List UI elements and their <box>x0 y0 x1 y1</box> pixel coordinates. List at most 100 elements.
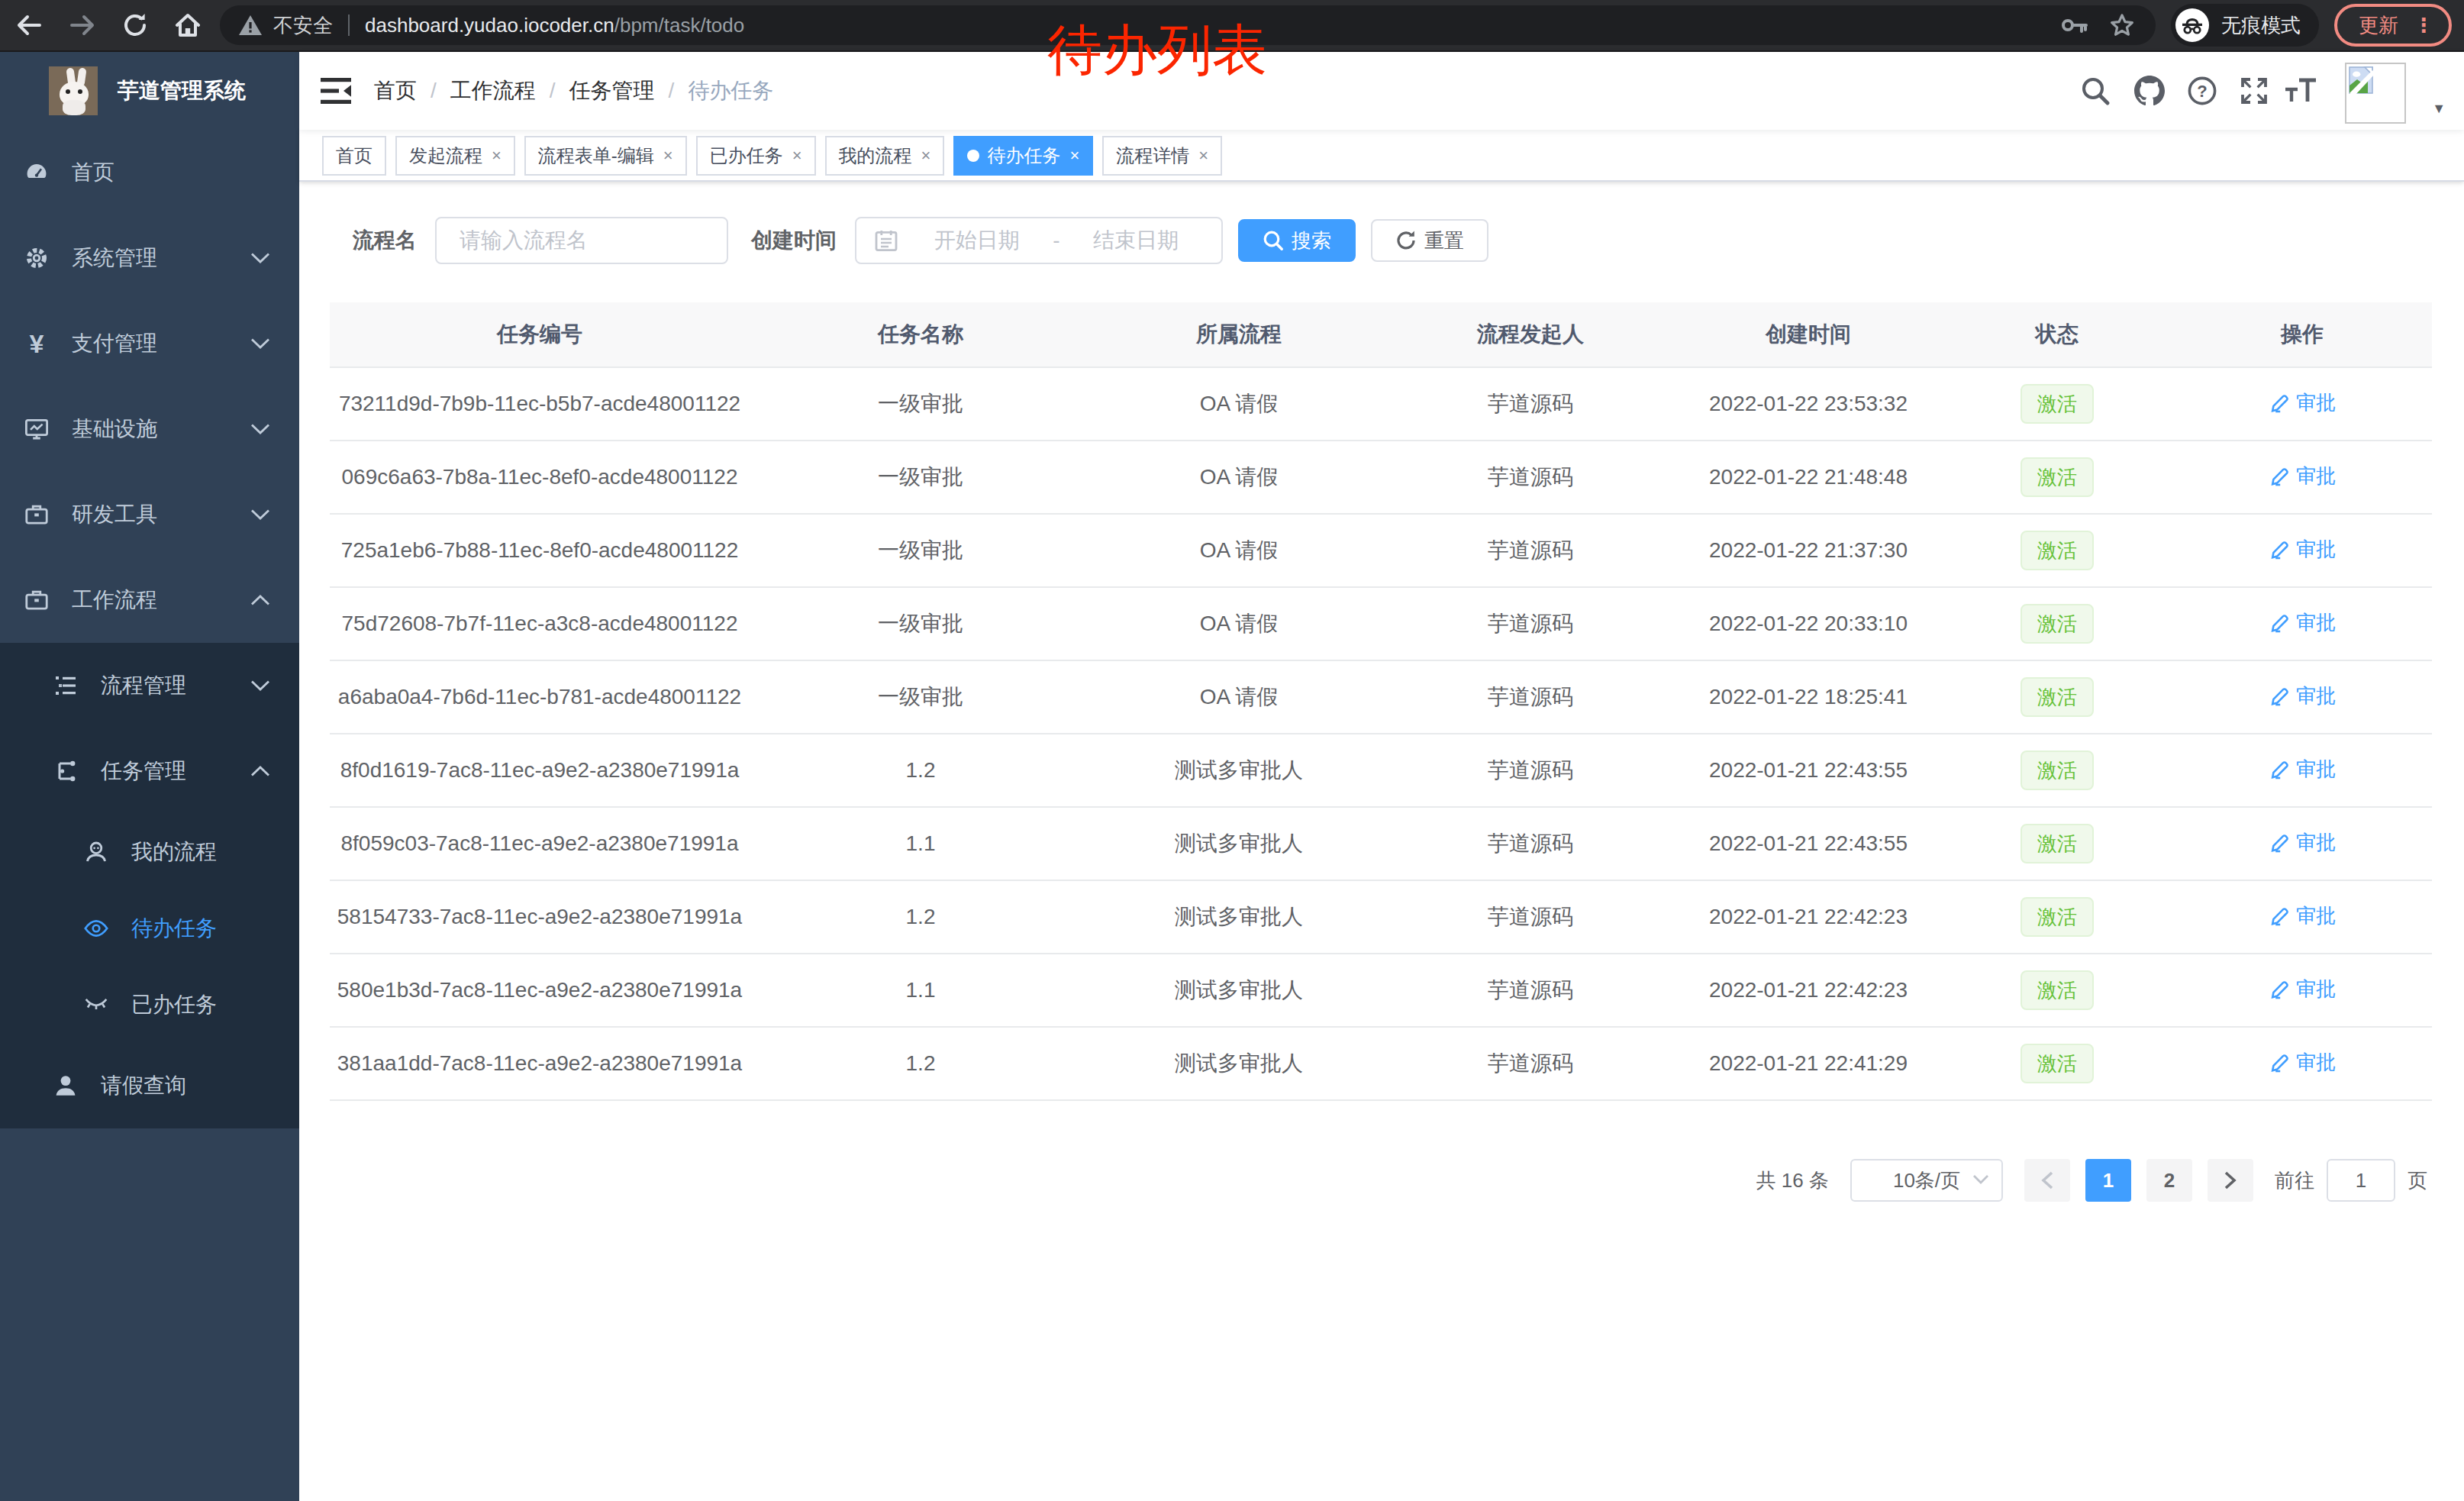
sidebar-item-9[interactable]: 待办任务 <box>0 890 299 967</box>
table-row-2: 725a1eb6-7b88-11ec-8ef0-acde48001122一级审批… <box>330 515 2432 588</box>
avatar[interactable] <box>2345 63 2406 124</box>
sidebar-item-3[interactable]: 基础设施 <box>0 386 299 472</box>
tab-2[interactable]: 流程表单-编辑× <box>524 136 687 176</box>
sidebar-item-4[interactable]: 研发工具 <box>0 472 299 557</box>
cell-created: 2022-01-21 22:42:23 <box>1675 905 1942 929</box>
tab-0[interactable]: 首页 <box>322 136 386 176</box>
logo[interactable]: 芋道管理系统 <box>0 52 299 130</box>
tags-view: 首页发起流程×流程表单-编辑×已办任务×我的流程×待办任务×流程详情× <box>299 130 2464 182</box>
security-label[interactable]: 不安全 <box>273 12 333 39</box>
breadcrumb-item-1[interactable]: 工作流程 <box>450 76 536 105</box>
sidebar-item-label: 基础设施 <box>72 415 157 444</box>
status-badge: 激活 <box>2021 824 2094 863</box>
tab-close-icon[interactable]: × <box>1069 146 1079 166</box>
header-search-icon[interactable] <box>2081 52 2110 130</box>
browser-menu-icon[interactable]: ⋮ <box>2414 14 2433 37</box>
approve-link[interactable]: 审批 <box>2269 902 2336 929</box>
prev-page-button[interactable] <box>2024 1159 2070 1202</box>
approve-link[interactable]: 审批 <box>2269 683 2336 709</box>
avatar-caret-icon[interactable]: ▼ <box>2432 101 2446 117</box>
tab-3[interactable]: 已办任务× <box>696 136 816 176</box>
tab-close-icon[interactable]: × <box>921 146 931 166</box>
table-row-9: 381aa1dd-7ac8-11ec-a9e2-a2380e71991a1.2测… <box>330 1028 2432 1101</box>
breadcrumb-item-2[interactable]: 任务管理 <box>569 76 655 105</box>
page-button-2[interactable]: 2 <box>2146 1159 2192 1202</box>
bookmark-star-icon[interactable] <box>2110 13 2134 37</box>
search-button[interactable]: 搜索 <box>1238 219 1356 262</box>
approve-link[interactable]: 审批 <box>2269 1049 2336 1076</box>
cell-id: 58154733-7ac8-11ec-a9e2-a2380e71991a <box>330 905 750 929</box>
browser-forward-button[interactable] <box>69 13 96 37</box>
column-header-2: 所属流程 <box>1092 320 1386 349</box>
help-icon[interactable]: ? <box>2188 52 2217 130</box>
chevron-down-icon <box>250 679 270 692</box>
url-text[interactable]: dashboard.yudao.iocoder.cn/bpm/task/todo <box>365 14 744 37</box>
breadcrumb-separator: / <box>550 79 556 103</box>
chevron-down-icon <box>1972 1174 1989 1185</box>
sidebar-collapse-icon[interactable] <box>321 76 351 105</box>
task-table: 任务编号任务名称所属流程流程发起人创建时间状态操作 73211d9d-7b9b-… <box>330 302 2432 1101</box>
next-page-button[interactable] <box>2208 1159 2253 1202</box>
tab-label: 首页 <box>336 144 373 168</box>
browser-back-button[interactable] <box>15 13 43 37</box>
github-icon[interactable] <box>2134 52 2165 130</box>
approve-link[interactable]: 审批 <box>2269 463 2336 489</box>
cell-name: 一级审批 <box>750 609 1092 638</box>
security-warning-icon[interactable] <box>238 15 263 36</box>
pagination: 共 16 条 10条/页 12 前往 1 页 <box>1756 1159 2427 1202</box>
tab-4[interactable]: 我的流程× <box>825 136 945 176</box>
reset-button[interactable]: 重置 <box>1371 219 1488 262</box>
search-button-icon <box>1263 230 1284 251</box>
sidebar-item-0[interactable]: 首页 <box>0 130 299 215</box>
tab-6[interactable]: 流程详情× <box>1102 136 1222 176</box>
sidebar-item-label: 研发工具 <box>72 500 157 529</box>
cell-name: 一级审批 <box>750 683 1092 712</box>
column-header-5: 状态 <box>1942 320 2172 349</box>
fullscreen-icon[interactable] <box>2240 52 2269 130</box>
date-range-input[interactable]: 开始日期 - 结束日期 <box>855 217 1223 264</box>
table-row-5: 8f0d1619-7ac8-11ec-a9e2-a2380e71991a1.2测… <box>330 734 2432 808</box>
table-header: 任务编号任务名称所属流程流程发起人创建时间状态操作 <box>330 302 2432 368</box>
cell-created: 2022-01-22 21:37:30 <box>1675 538 1942 563</box>
password-key-icon[interactable] <box>2061 16 2088 34</box>
cell-id: 725a1eb6-7b88-11ec-8ef0-acde48001122 <box>330 538 750 563</box>
approve-link[interactable]: 审批 <box>2269 536 2336 563</box>
page-size-select[interactable]: 10条/页 <box>1850 1159 2003 1202</box>
tab-close-icon[interactable]: × <box>792 146 802 166</box>
tab-close-icon[interactable]: × <box>1198 146 1208 166</box>
tab-close-icon[interactable]: × <box>663 146 673 166</box>
sidebar-item-6[interactable]: 流程管理 <box>0 643 299 728</box>
status-badge: 激活 <box>2021 384 2094 424</box>
goto-page-input[interactable]: 1 <box>2327 1159 2395 1202</box>
sidebar-item-5[interactable]: 工作流程 <box>0 557 299 643</box>
sidebar-item-11[interactable]: 请假查询 <box>0 1043 299 1128</box>
approve-link[interactable]: 审批 <box>2269 609 2336 636</box>
goto-label: 前往 <box>2275 1167 2314 1194</box>
cell-process: OA 请假 <box>1092 463 1386 492</box>
table-row-0: 73211d9d-7b9b-11ec-b5b7-acde48001122一级审批… <box>330 368 2432 441</box>
browser-reload-button[interactable] <box>122 12 148 38</box>
browser-update-button[interactable]: 更新 ⋮ <box>2334 4 2452 47</box>
page-button-1[interactable]: 1 <box>2085 1159 2131 1202</box>
browser-home-button[interactable] <box>174 12 202 38</box>
tab-1[interactable]: 发起流程× <box>395 136 515 176</box>
tab-close-icon[interactable]: × <box>492 146 502 166</box>
approve-link[interactable]: 审批 <box>2269 756 2336 783</box>
tab-5[interactable]: 待办任务× <box>953 136 1093 176</box>
cell-id: 8f0d1619-7ac8-11ec-a9e2-a2380e71991a <box>330 758 750 783</box>
sidebar-item-7[interactable]: 任务管理 <box>0 728 299 814</box>
font-size-icon[interactable] <box>2284 52 2317 130</box>
sidebar-item-1[interactable]: 系统管理 <box>0 215 299 301</box>
incognito-label: 无痕模式 <box>2221 12 2301 39</box>
sidebar-item-2[interactable]: ¥支付管理 <box>0 301 299 386</box>
toolbox-icon <box>24 502 49 527</box>
cell-name: 1.2 <box>750 758 1092 783</box>
breadcrumb-item-0[interactable]: 首页 <box>374 76 417 105</box>
process-name-input[interactable]: 请输入流程名 <box>435 217 728 264</box>
approve-link[interactable]: 审批 <box>2269 829 2336 856</box>
approve-link[interactable]: 审批 <box>2269 976 2336 1002</box>
sidebar-item-8[interactable]: 我的流程 <box>0 814 299 890</box>
approve-link[interactable]: 审批 <box>2269 389 2336 416</box>
cell-created: 2022-01-22 18:25:41 <box>1675 685 1942 709</box>
sidebar-item-10[interactable]: 已办任务 <box>0 967 299 1043</box>
